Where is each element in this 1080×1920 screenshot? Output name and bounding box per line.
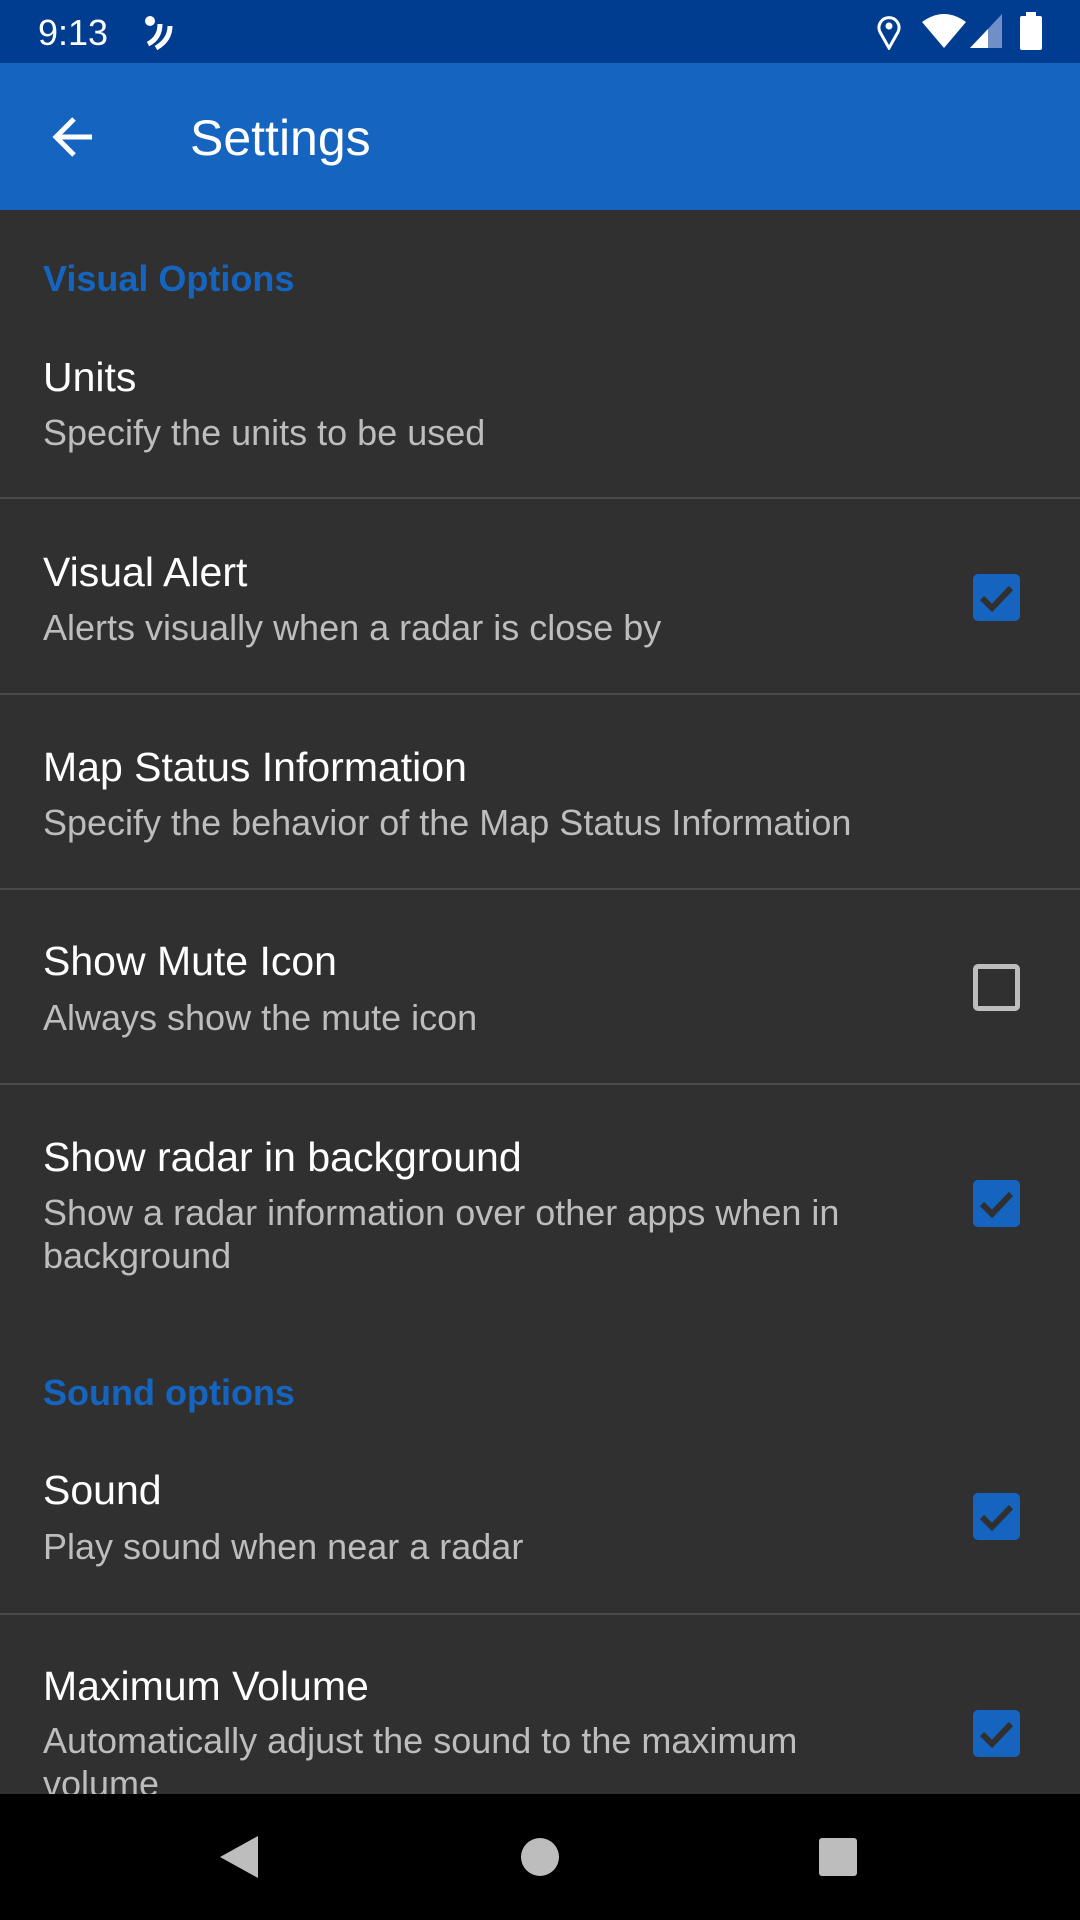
home-circle-icon[interactable] xyxy=(520,1837,560,1877)
category-visual-options: Visual Options xyxy=(43,258,295,299)
pref-title: Show radar in background xyxy=(43,1134,522,1180)
notification-icon xyxy=(145,16,173,50)
signal-icon xyxy=(970,14,1002,48)
navigation-bar xyxy=(0,1794,1080,1920)
divider xyxy=(0,1083,1080,1085)
divider xyxy=(0,693,1080,695)
divider xyxy=(0,888,1080,890)
pref-title: Sound xyxy=(43,1467,162,1513)
recents-square-icon[interactable] xyxy=(818,1837,858,1877)
sound-checkbox[interactable] xyxy=(973,1493,1020,1540)
category-sound-options: Sound options xyxy=(43,1372,295,1413)
arrow-back-icon[interactable] xyxy=(44,107,104,167)
pref-summary: Alerts visually when a radar is close by xyxy=(43,607,662,648)
pref-summary: Specify the behavior of the Map Status I… xyxy=(43,802,852,843)
pref-summary: Always show the mute icon xyxy=(43,997,478,1038)
pref-title: Map Status Information xyxy=(43,744,467,790)
settings-list: Visual Options Units Specify the units t… xyxy=(0,210,1080,1794)
visual-alert-checkbox[interactable] xyxy=(973,574,1020,621)
pref-summary: Automatically adjust the sound to the ma… xyxy=(43,1720,798,1794)
status-time: 9:13 xyxy=(38,12,109,53)
checkmark-icon xyxy=(979,1721,1014,1749)
divider xyxy=(0,1613,1080,1615)
pref-summary: Show a radar information over other apps… xyxy=(43,1192,840,1276)
back-triangle-icon[interactable] xyxy=(218,1834,260,1880)
checkmark-icon xyxy=(979,585,1014,613)
app-toolbar: Settings xyxy=(0,63,1080,210)
page-title: Settings xyxy=(190,110,371,166)
show-radar-background-checkbox[interactable] xyxy=(973,1180,1020,1227)
pref-title: Units xyxy=(43,354,137,400)
wifi-icon xyxy=(922,14,966,48)
divider xyxy=(0,497,1080,499)
pref-summary: Specify the units to be used xyxy=(43,412,486,453)
pref-title: Visual Alert xyxy=(43,549,248,595)
checkmark-icon xyxy=(979,1191,1014,1219)
status-bar: 9:13 xyxy=(0,0,1080,63)
show-mute-icon-checkbox[interactable] xyxy=(973,964,1020,1011)
pref-summary: Play sound when near a radar xyxy=(43,1526,524,1567)
maximum-volume-checkbox[interactable] xyxy=(973,1710,1020,1757)
pref-title: Show Mute Icon xyxy=(43,938,337,984)
location-icon xyxy=(877,16,901,50)
battery-icon xyxy=(1020,12,1042,50)
checkmark-icon xyxy=(979,1504,1014,1532)
pref-title: Maximum Volume xyxy=(43,1663,369,1709)
